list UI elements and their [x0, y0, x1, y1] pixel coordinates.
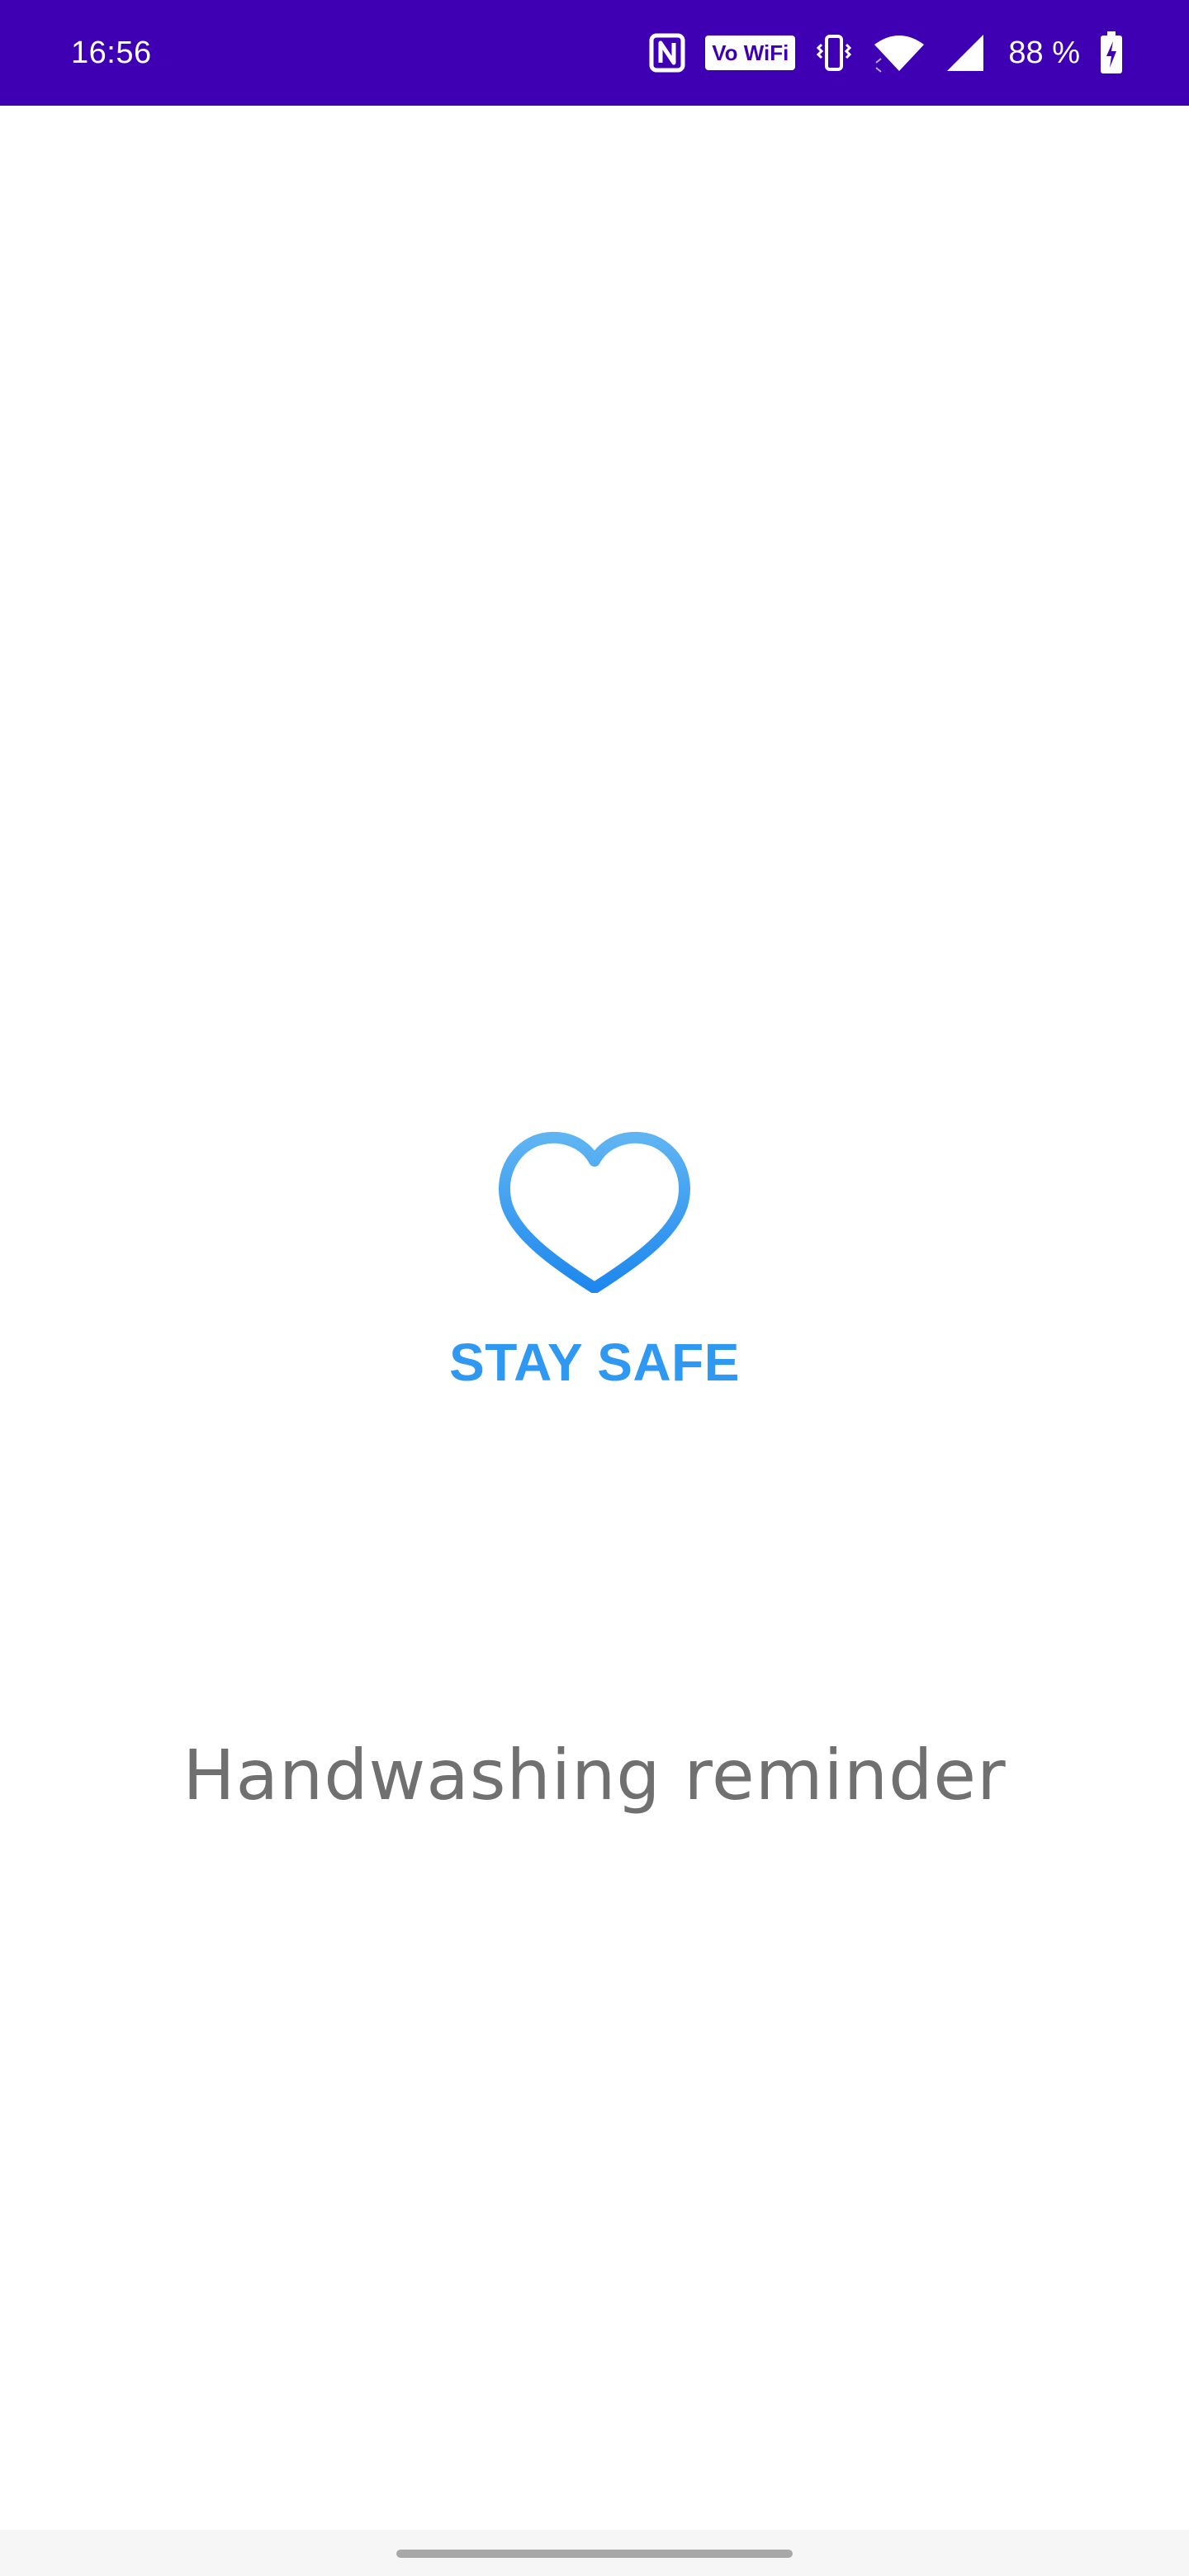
- status-bar: 16:56 Vo WiFi 88 %: [0, 0, 1189, 106]
- wifi-icon: [874, 36, 925, 73]
- home-indicator[interactable]: [396, 2550, 793, 2558]
- nfc-icon: [649, 33, 685, 73]
- app-title: Handwashing reminder: [182, 1735, 1007, 1816]
- heart-icon: [499, 1131, 690, 1293]
- navigation-bar: [0, 2530, 1189, 2576]
- vowifi-icon: Vo WiFi: [705, 36, 796, 70]
- vibrate-icon: [817, 35, 852, 71]
- brand-label: STAY SAFE: [449, 1333, 740, 1392]
- status-icons: Vo WiFi 88 %: [629, 28, 1123, 78]
- signal-icon: [947, 35, 984, 71]
- status-time: 16:56: [71, 36, 152, 70]
- battery-percentage: 88 %: [1008, 36, 1080, 70]
- battery-charging-icon: [1101, 31, 1122, 73]
